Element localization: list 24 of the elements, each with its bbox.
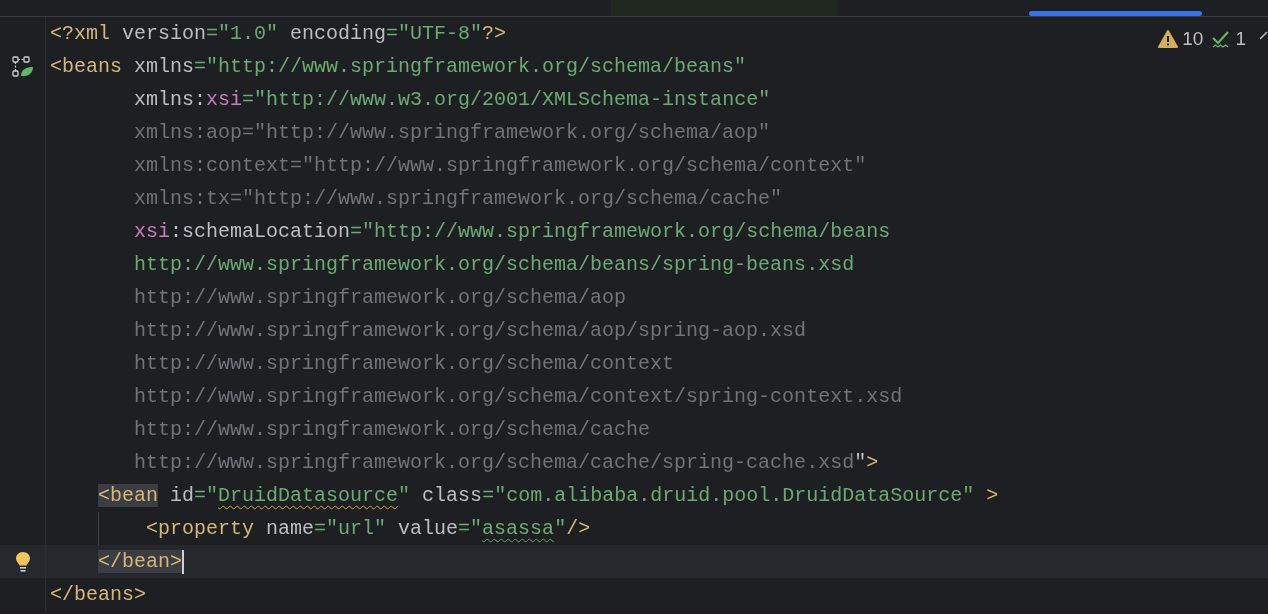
- code-line: http://www.springframework.org/schema/context/spring-context.xsd: [133, 384, 903, 410]
- bean-structure-icon[interactable]: [11, 55, 34, 78]
- code-line: <?xml version="1.0" encoding="UTF-8"?>: [49, 21, 507, 47]
- code-line: <beans xmlns="http://www.springframework.org/schema/beans": [49, 54, 747, 80]
- code-line: http://www.springframework.org/schema/cache/spring-cache.xsd">: [133, 450, 879, 476]
- code-line: xmlns:aop="http://www.springframework.org/schema/aop": [133, 120, 771, 146]
- code-line: xmlns:xsi="http://www.w3.org/2001/XMLSchema-instance": [133, 87, 771, 113]
- code-line: xmlns:context="http://www.springframework.org/schema/context": [133, 153, 867, 179]
- lightbulb-icon[interactable]: [14, 550, 31, 573]
- code-line: <property name="url" value="asassa"/>: [145, 516, 591, 542]
- code-line: http://www.springframework.org/schema/cache: [133, 417, 651, 443]
- code-line: <bean id="DruidDatasource" class="com.alibaba.druid.pool.DruidDataSource" >: [97, 483, 999, 509]
- inspection-count[interactable]: 1: [1235, 25, 1246, 54]
- code-line: http://www.springframework.org/schema/aop: [133, 285, 627, 311]
- inspection-count[interactable]: 10: [1182, 25, 1204, 54]
- chevron-up-icon[interactable]: [1260, 31, 1268, 41]
- code-line: </beans>: [49, 582, 146, 608]
- code-line: xsi:schemaLocation="http://www.springframework.org/schema/beans: [133, 219, 891, 245]
- code-line: xmlns:tx="http://www.springframework.org/schema/cache": [133, 186, 783, 212]
- code-line: http://www.springframework.org/schema/context: [133, 351, 675, 377]
- check-icon: [1211, 29, 1232, 50]
- code-line: http://www.springframework.org/schema/aop/spring-aop.xsd: [133, 318, 807, 344]
- code-line: http://www.springframework.org/schema/beans/spring-beans.xsd: [133, 252, 855, 278]
- warning-icon: [1158, 30, 1179, 49]
